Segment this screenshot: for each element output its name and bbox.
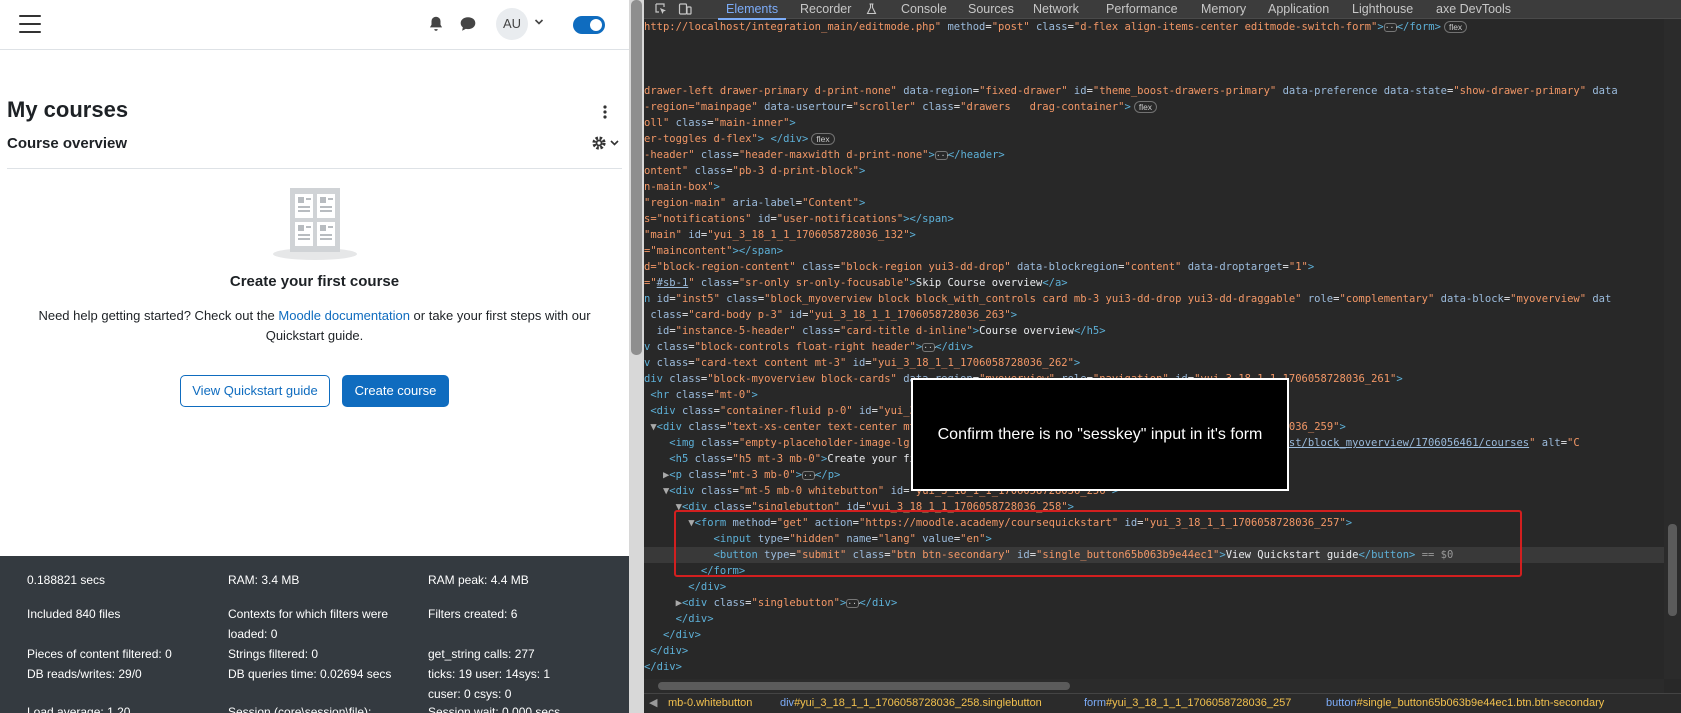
- empty-state-title: Create your first course: [229, 273, 400, 290]
- dom-node[interactable]: </div>: [644, 611, 714, 627]
- dom-node[interactable]: http://localhost/integration_main/editmo…: [644, 19, 1468, 35]
- performance-footer: 0.188821 secs RAM: 3.4 MB RAM peak: 4.4 …: [0, 556, 629, 713]
- empty-text-before: Need help getting started? Check out the: [38, 308, 279, 323]
- perf-item: get_string calls: 277: [428, 647, 535, 661]
- inspect-icon[interactable]: [654, 2, 668, 16]
- navbar: AU: [0, 0, 629, 50]
- dom-node[interactable]: ="maincontent"></span>: [644, 243, 783, 259]
- dom-node[interactable]: oll" class="main-inner">: [644, 115, 796, 131]
- dom-breadcrumbs: ◀ mb-0.whitebutton div#yui_3_18_1_1_1706…: [644, 693, 1681, 713]
- breadcrumb-item[interactable]: button#single_button65b063b9e44ec1.btn.b…: [1326, 694, 1604, 713]
- chat-icon[interactable]: [459, 15, 477, 33]
- breadcrumb-item[interactable]: div#yui_3_18_1_1_1706058728036_258.singl…: [780, 694, 1042, 713]
- chevron-down-icon[interactable]: [534, 17, 544, 27]
- perf-item: Included 840 files: [27, 607, 121, 621]
- perf-item: Load average: 1.20: [27, 705, 131, 713]
- page-header: My courses: [7, 97, 622, 123]
- tab-console[interactable]: Console: [901, 1, 947, 18]
- dom-node[interactable]: n-main-box">: [644, 179, 720, 195]
- tab-axe-devtools[interactable]: axe DevTools: [1436, 1, 1511, 18]
- dom-node[interactable]: <hr class="mt-0">: [644, 387, 758, 403]
- tab-sources[interactable]: Sources: [968, 1, 1014, 18]
- dom-node[interactable]: n id="inst5" class="block_myoverview blo…: [644, 291, 1611, 307]
- divider: [7, 168, 622, 169]
- perf-item: Session (core\session\file):: [228, 705, 372, 713]
- horizontal-scrollbar[interactable]: [644, 679, 1664, 693]
- dom-node[interactable]: ontent" class="pb-3 d-print-block">: [644, 163, 865, 179]
- dom-node[interactable]: "region-main" aria-label="Content">: [644, 195, 865, 211]
- more-actions-icon[interactable]: [600, 104, 610, 120]
- perf-item: Strings filtered: 0: [228, 647, 319, 661]
- gear-icon[interactable]: [590, 134, 622, 152]
- dom-node-selected[interactable]: <button type="submit" class="btn btn-sec…: [644, 547, 1664, 563]
- dom-node[interactable]: ="#sb-1" class="sr-only sr-only-focusabl…: [644, 275, 1068, 291]
- perf-item: ticks: 19 user: 14sys: 1: [428, 667, 551, 681]
- user-avatar[interactable]: AU: [496, 8, 528, 40]
- dom-node[interactable]: ▼<form method="get" action="https://mood…: [644, 515, 1352, 531]
- courses-placeholder-icon: [273, 188, 357, 260]
- dom-node[interactable]: "main" id="yui_3_18_1_1_1706058728036_13…: [644, 227, 916, 243]
- tab-lighthouse[interactable]: Lighthouse: [1352, 1, 1413, 18]
- dom-node[interactable]: </div>: [644, 643, 688, 659]
- dom-node[interactable]: ▶<p class="mt-3 mb-0">···</p>: [644, 467, 840, 483]
- view-quickstart-button[interactable]: View Quickstart guide: [180, 375, 330, 407]
- tab-application[interactable]: Application: [1268, 1, 1329, 18]
- perf-item: DB reads/writes: 29/0: [27, 667, 142, 681]
- flask-icon: [866, 3, 877, 15]
- breadcrumb-left-arrow-icon[interactable]: ◀: [649, 694, 657, 713]
- dom-node[interactable]: </div>: [644, 579, 726, 595]
- tab-memory[interactable]: Memory: [1201, 1, 1246, 18]
- dom-tree[interactable]: http://localhost/integration_main/editmo…: [644, 19, 1664, 679]
- bell-icon[interactable]: [427, 15, 445, 33]
- dom-node[interactable]: class="card-body p-3" id="yui_3_18_1_1_1…: [644, 307, 1017, 323]
- tab-recorder[interactable]: Recorder: [800, 1, 851, 18]
- moodle-docs-link[interactable]: Moodle documentation: [278, 308, 410, 323]
- tab-network[interactable]: Network: [1033, 1, 1079, 18]
- tab-performance[interactable]: Performance: [1106, 1, 1178, 18]
- perf-item: RAM: 3.4 MB: [228, 573, 300, 587]
- menu-icon[interactable]: [19, 15, 41, 33]
- perf-item: Session wait: 0.000 secs: [428, 705, 561, 713]
- dom-node[interactable]: </div>: [644, 659, 682, 675]
- dom-node[interactable]: v class="card-text content mt-3" id="yui…: [644, 355, 1080, 371]
- perf-item: Contexts for which filters were loaded: …: [228, 607, 389, 641]
- dom-node[interactable]: </div>: [644, 627, 701, 643]
- devtools-tabbar: Elements Recorder Console Sources Networ…: [644, 0, 1681, 20]
- device-toggle-icon[interactable]: [678, 2, 692, 16]
- tab-elements[interactable]: Elements: [717, 1, 787, 20]
- breadcrumb-item[interactable]: form#yui_3_18_1_1_1706058728036_257: [1084, 694, 1291, 713]
- dom-node[interactable]: </form>: [644, 563, 745, 579]
- create-course-button[interactable]: Create course: [342, 375, 449, 407]
- dom-node[interactable]: d="block-region-content" class="block-re…: [644, 259, 1314, 275]
- perf-item: RAM peak: 4.4 MB: [428, 573, 529, 587]
- dom-node[interactable]: id="instance-5-header" class="card-title…: [644, 323, 1106, 339]
- edit-mode-toggle[interactable]: [573, 16, 605, 34]
- dom-node[interactable]: -region="mainpage" data-usertour="scroll…: [644, 99, 1158, 115]
- dom-node[interactable]: ▶<div class="singlebutton">···</div>: [644, 595, 898, 611]
- pane-scrollbar[interactable]: [629, 0, 644, 713]
- perf-item: cuser: 0 csys: 0: [428, 687, 512, 701]
- breadcrumb-item[interactable]: mb-0.whitebutton: [668, 694, 752, 713]
- moodle-page: AU My courses Course overview Create you…: [0, 0, 629, 713]
- vertical-scrollbar[interactable]: [1664, 19, 1681, 679]
- dom-node[interactable]: <input type="hidden" name="lang" value="…: [644, 531, 992, 547]
- perf-item: Filters created: 6: [428, 607, 518, 621]
- dom-node[interactable]: v class="block-controls float-right head…: [644, 339, 973, 355]
- caption-overlay: Confirm there is no "sesskey" input in i…: [911, 378, 1289, 491]
- perf-item: Pieces of content filtered: 0: [27, 647, 172, 661]
- dom-node[interactable]: ▼<div class="singlebutton" id="yui_3_18_…: [644, 499, 1074, 515]
- empty-state-text: Need help getting started? Check out the…: [20, 306, 609, 346]
- perf-item: DB queries time: 0.02694 secs: [228, 667, 392, 681]
- dom-node[interactable]: s="notifications" id="user-notifications…: [644, 211, 954, 227]
- devtools-panel: Elements Recorder Console Sources Networ…: [644, 0, 1681, 713]
- page-title: My courses: [7, 97, 129, 122]
- dom-node[interactable]: drawer-left drawer-primary d-print-none"…: [644, 83, 1618, 99]
- block-title: Course overview: [7, 135, 128, 152]
- dom-node[interactable]: er-toggles d-flex"> </div> flex: [644, 131, 835, 147]
- perf-item: 0.188821 secs: [27, 573, 106, 587]
- dom-node[interactable]: -header" class="header-maxwidth d-print-…: [644, 147, 1005, 163]
